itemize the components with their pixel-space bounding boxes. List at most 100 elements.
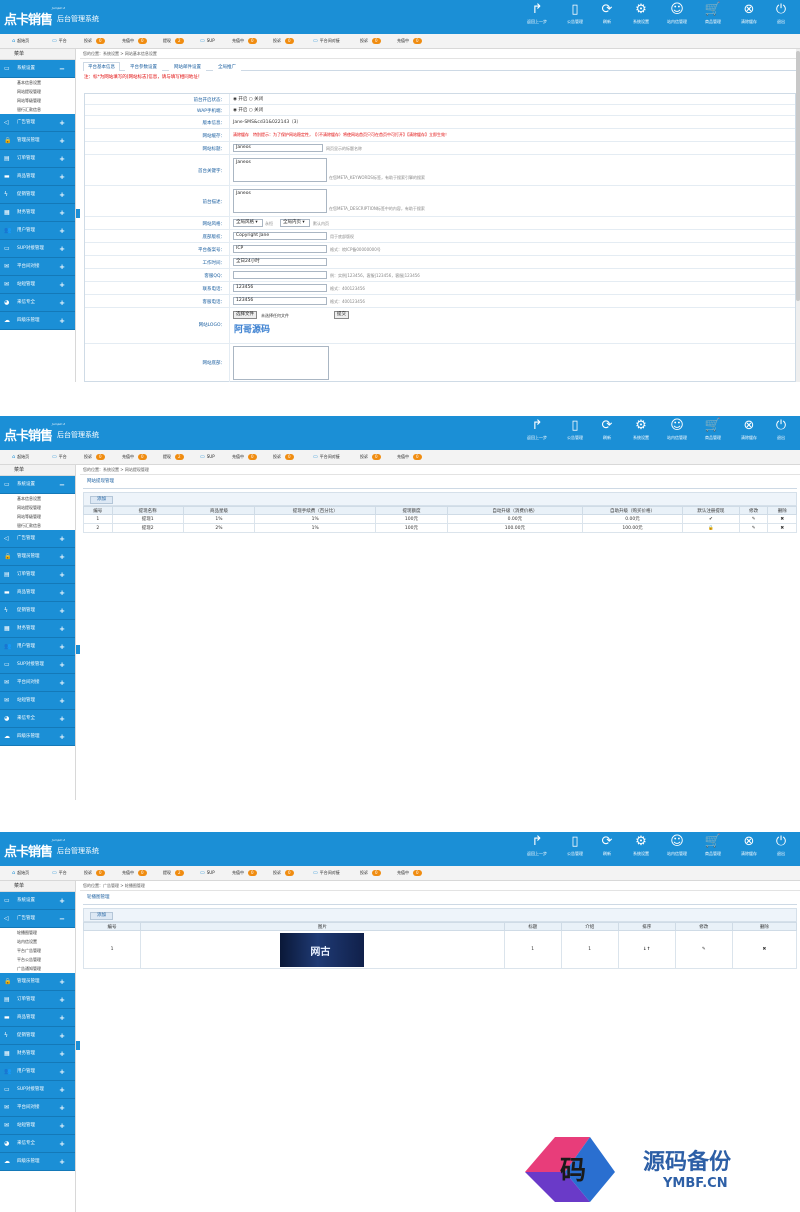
header-tool-power[interactable]: ⏻ 退出 — [766, 2, 796, 25]
toolbar-item[interactable]: 投诉 0 — [84, 870, 105, 876]
toolbar-home[interactable]: ⌂ 起始页 — [12, 454, 29, 460]
toolbar-item[interactable]: ▭ SUP — [200, 454, 215, 460]
toolbar-item[interactable]: 充值中 0 — [397, 38, 422, 44]
tab-mail[interactable]: 网站邮件设置 — [169, 62, 206, 71]
header-tool-cart[interactable]: 🛒 商品管理 — [698, 834, 728, 857]
sidebar-group-calculator[interactable]: ▦ 财务管理 + — [0, 204, 75, 222]
header-tool-gear[interactable]: ⚙ 系统设置 — [626, 418, 656, 441]
tab-params[interactable]: 平台参数设置 — [125, 62, 162, 71]
sidebar-group-lock[interactable]: 🔒 管理员管理 + — [0, 973, 75, 991]
sidebar-item-basic-info[interactable]: 基本信息设置 — [0, 494, 75, 503]
sidebar-group-pie[interactable]: ◕ 来信专全 + — [0, 294, 75, 312]
sidebar-group-folder[interactable]: ▬ 商品管理 + — [0, 1009, 75, 1027]
toolbar-item[interactable]: 充值中 0 — [397, 870, 422, 876]
icp-input[interactable]: ICP — [233, 245, 327, 253]
toolbar-item[interactable]: 充值中 0 — [232, 38, 257, 44]
toolbar-item[interactable]: ▭ 平台间对接 — [313, 870, 340, 876]
sidebar-group-clipboard[interactable]: ▤ 订单管理 + — [0, 991, 75, 1009]
sidebar-group-users[interactable]: 👥 用户管理 + — [0, 638, 75, 656]
default-lock-icon[interactable]: 🔒 — [681, 523, 740, 533]
inner-style-select[interactable]: 全局内页 ▾ — [280, 219, 310, 227]
sidebar-item-levels[interactable]: 网站等级管理 — [0, 512, 75, 521]
sidebar-group-mail[interactable]: ✉ 平台间对接 + — [0, 258, 75, 276]
sidebar-item-basic-info[interactable]: 基本信息设置 — [0, 78, 75, 87]
sidebar-group-users[interactable]: 👥 用户管理 + — [0, 1063, 75, 1081]
toolbar-item[interactable]: 投诉 0 — [360, 870, 381, 876]
toolbar-item[interactable]: 提现 2 — [163, 454, 184, 460]
header-tool-refresh[interactable]: ⟳ 刷新 — [592, 418, 622, 441]
edit-pencil-icon[interactable]: ✎ — [738, 514, 769, 524]
tab-promotion[interactable]: 全局推广 — [213, 62, 241, 71]
scrollbar[interactable] — [796, 49, 800, 382]
header-tool-redo-arrow[interactable]: ↱ 返回上一步 — [522, 418, 552, 441]
edit-pencil-icon[interactable]: ✎ — [674, 930, 733, 969]
sidebar-group-bolt[interactable]: ϟ 促销管理 + — [0, 1027, 75, 1045]
add-button[interactable]: 添加 — [90, 912, 113, 920]
sidebar-group-users[interactable]: 👥 用户管理 + — [0, 222, 75, 240]
toolbar-item[interactable]: 充值中 0 — [397, 454, 422, 460]
header-tool-close-circle[interactable]: ⊗ 清除缓存 — [734, 2, 764, 25]
sidebar-group-bolt[interactable]: ϟ 促销管理 + — [0, 186, 75, 204]
header-tool-close-circle[interactable]: ⊗ 清除缓存 — [734, 834, 764, 857]
status-off-radio[interactable]: ○ 关闭 — [249, 97, 263, 102]
sidebar-group-mail[interactable]: ✉ 平台间对接 + — [0, 674, 75, 692]
toolbar-item[interactable]: 充值中 0 — [232, 870, 257, 876]
header-tool-power[interactable]: ⏻ 退出 — [766, 418, 796, 441]
toolbar-item[interactable]: 充值中 0 — [122, 38, 147, 44]
toolbar-item[interactable]: ▭ 平台间对接 — [313, 38, 340, 44]
toolbar-home[interactable]: ⌂ 起始页 — [12, 38, 29, 44]
choose-file-button[interactable]: 选择文件 — [233, 311, 257, 319]
toolbar-item[interactable]: 充值中 0 — [122, 870, 147, 876]
header-tool-document[interactable]: ▯ 公告管理 — [560, 2, 590, 25]
toolbar-item[interactable]: ▭ 平台 — [52, 38, 67, 44]
sidebar-group-folder[interactable]: ▬ 商品管理 + — [0, 168, 75, 186]
tel-input[interactable]: 123456 — [233, 297, 327, 305]
sidebar-group-truck[interactable]: ▭ SUP对接管理 + — [0, 240, 75, 258]
header-tool-close-circle[interactable]: ⊗ 清除缓存 — [734, 418, 764, 441]
header-tool-smiley[interactable]: ☺ 站内信管理 — [662, 834, 692, 857]
sidebar-group-lock[interactable]: 🔒 管理员管理 + — [0, 548, 75, 566]
sidebar-item-withdraw[interactable]: 网站提现管理 — [0, 87, 75, 96]
sidebar-group-clipboard[interactable]: ▤ 订单管理 + — [0, 566, 75, 584]
toolbar-item[interactable]: 提现 2 — [163, 870, 184, 876]
toolbar-item[interactable]: ▭ 平台 — [52, 454, 67, 460]
sidebar-group-mail[interactable]: ✉ 平台间对接 + — [0, 1099, 75, 1117]
toolbar-item[interactable]: ▭ 平台间对接 — [313, 454, 340, 460]
header-tool-cart[interactable]: 🛒 商品管理 — [698, 2, 728, 25]
toolbar-item[interactable]: ▭ SUP — [200, 870, 215, 876]
sidebar-group-pie[interactable]: ◕ 来信专全 + — [0, 710, 75, 728]
toolbar-item[interactable]: 投诉 0 — [84, 38, 105, 44]
delete-x-icon[interactable]: ✖ — [767, 514, 797, 524]
style-select[interactable]: 全局风格 ▾ — [233, 219, 263, 227]
sidebar-group-lock[interactable]: 🔒 管理员管理 + — [0, 132, 75, 150]
sidebar-group-truck[interactable]: ▭ SUP对接管理 + — [0, 1081, 75, 1099]
sidebar-group-cloud[interactable]: ☁ 四级乐管理 + — [0, 1153, 75, 1171]
delete-x-icon[interactable]: ✖ — [767, 523, 797, 533]
sidebar-group-system[interactable]: ▭ 系统设置 + — [0, 892, 75, 910]
sidebar-item-message[interactable]: 站内信设置 — [0, 937, 75, 946]
worktime-input[interactable]: 全日24小时 — [233, 258, 327, 266]
cache-note[interactable]: 清除缓存 特别提示：为了保护网站稳定性，【（不清除缓存）将使网站首页只可在首页中… — [229, 129, 795, 141]
sidebar-item-ad-notice[interactable]: 广告通知管理 — [0, 964, 75, 973]
sidebar-group-bolt[interactable]: ϟ 促销管理 + — [0, 602, 75, 620]
header-tool-cart[interactable]: 🛒 商品管理 — [698, 418, 728, 441]
sidebar-item-bank[interactable]: 银行汇款信息 — [0, 105, 75, 114]
toolbar-item[interactable]: 充值中 0 — [122, 454, 147, 460]
sidebar-group-calculator[interactable]: ▦ 财务管理 + — [0, 1045, 75, 1063]
sidebar-item-bank[interactable]: 银行汇款信息 — [0, 521, 75, 530]
sidebar-group-truck[interactable]: ▭ SUP对接管理 + — [0, 656, 75, 674]
sidebar-group-envelope[interactable]: ✉ 站短管理 + — [0, 692, 75, 710]
header-tool-redo-arrow[interactable]: ↱ 返回上一步 — [522, 834, 552, 857]
sidebar-item-announcements[interactable]: 平台公告管理 — [0, 955, 75, 964]
wap-on-radio[interactable]: ◉ 开启 — [233, 108, 247, 113]
keywords-textarea[interactable]: Janeos — [233, 158, 327, 182]
toolbar-item[interactable]: 投诉 0 — [360, 454, 381, 460]
qq-input[interactable] — [233, 271, 327, 279]
header-tool-power[interactable]: ⏻ 退出 — [766, 834, 796, 857]
sidebar-group-megaphone[interactable]: ◁ 广告管理 + — [0, 530, 75, 548]
header-tool-document[interactable]: ▯ 公告管理 — [560, 834, 590, 857]
phone-input[interactable]: 123456 — [233, 284, 327, 292]
toolbar-item[interactable]: 投诉 0 — [273, 454, 294, 460]
header-tool-refresh[interactable]: ⟳ 刷新 — [592, 2, 622, 25]
sidebar-group-folder[interactable]: ▬ 商品管理 + — [0, 584, 75, 602]
